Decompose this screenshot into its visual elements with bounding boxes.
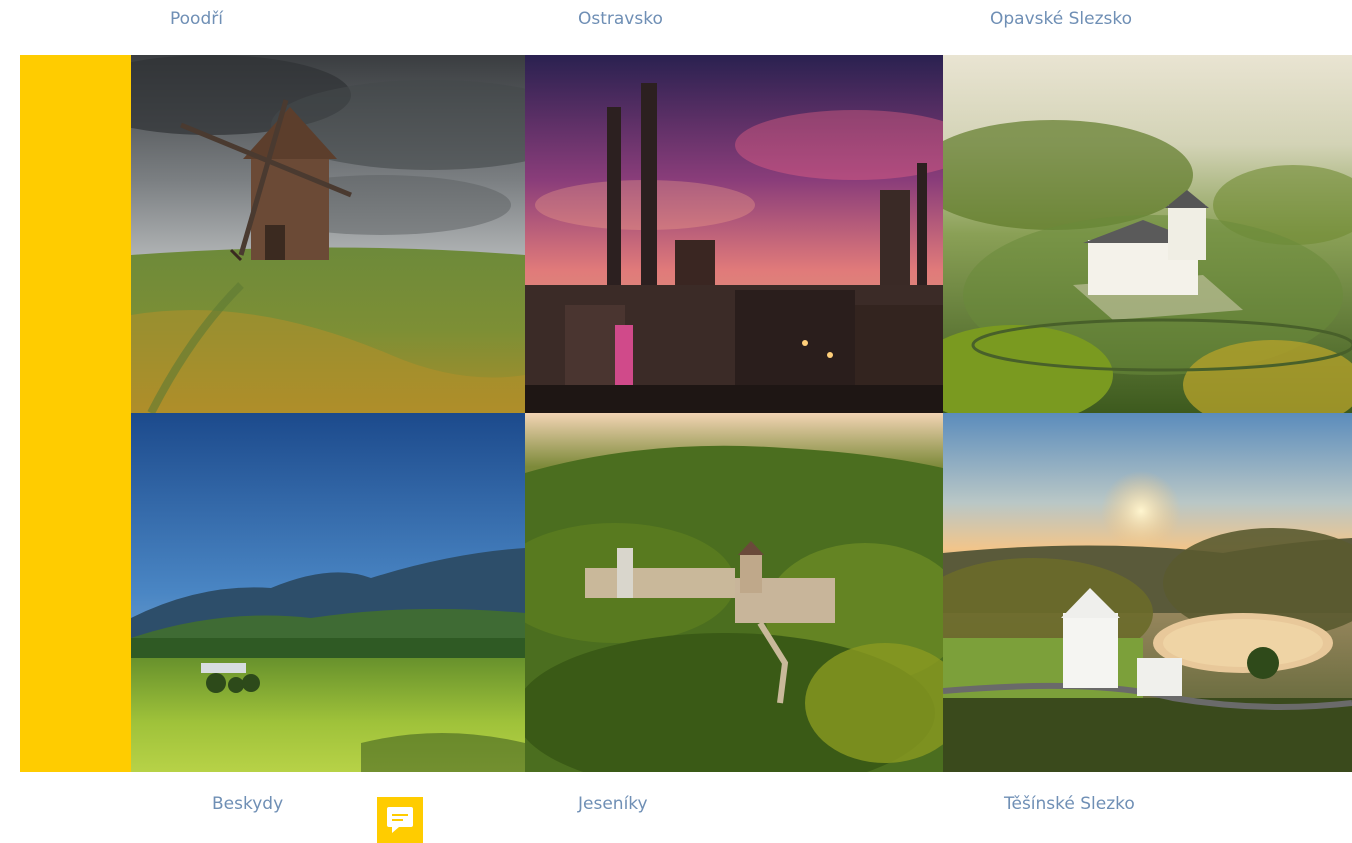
chat-bubble-icon	[377, 797, 423, 843]
region-label-opavske-slezsko[interactable]: Opavské Slezsko	[990, 9, 1132, 29]
mountain-meadow-photo	[131, 413, 525, 772]
industrial-site-photo	[525, 55, 943, 413]
church-lake-photo	[943, 413, 1352, 772]
region-photo-ostravsko[interactable]	[525, 55, 943, 413]
castle-forest-photo	[525, 413, 943, 772]
region-photo-tesinske-slezko[interactable]	[943, 413, 1352, 772]
region-label-beskydy[interactable]: Beskydy	[212, 794, 283, 814]
windmill-photo	[131, 55, 525, 413]
region-gallery-page: Poodří Ostravsko Opavské Slezsko Beskydy…	[0, 0, 1352, 843]
region-photo-opavske-slezsko[interactable]	[943, 55, 1352, 413]
yellow-accent-bar	[20, 55, 131, 772]
region-label-ostravsko[interactable]: Ostravsko	[578, 9, 663, 29]
region-photo-poodri[interactable]	[131, 55, 525, 413]
region-label-jeseniky[interactable]: Jeseníky	[578, 794, 648, 814]
chat-button[interactable]	[377, 797, 423, 843]
region-photo-beskydy[interactable]	[131, 413, 525, 772]
region-photo-jeseniky[interactable]	[525, 413, 943, 772]
region-label-tesinske-slezko[interactable]: Těšínské Slezko	[1004, 794, 1135, 814]
chateau-photo	[943, 55, 1352, 413]
region-label-poodri[interactable]: Poodří	[170, 9, 223, 29]
